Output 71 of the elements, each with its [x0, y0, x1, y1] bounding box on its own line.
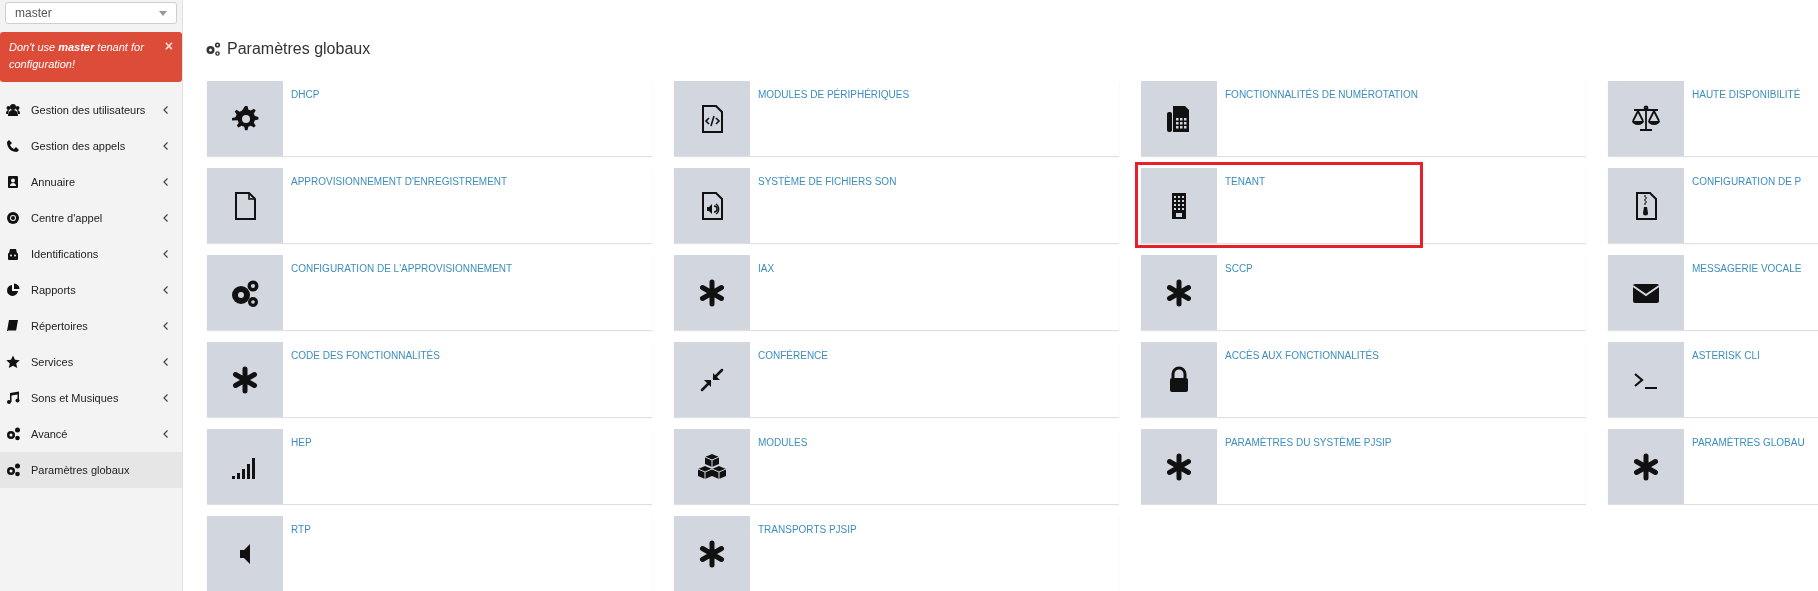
gears-icon: [6, 427, 20, 441]
speaker-icon: [240, 543, 250, 564]
sidebar-item[interactable]: Annuaire: [0, 164, 182, 200]
settings-card[interactable]: CODE DES FONCTIONNALITÉS: [207, 342, 652, 417]
card-title-link[interactable]: PARAMÈTRES GLOBAU: [1692, 437, 1805, 449]
settings-card[interactable]: MODULES DE PÉRIPHÉRIQUES: [674, 81, 1119, 156]
settings-card[interactable]: ACCÈS AUX FONCTIONNALITÉS: [1141, 342, 1586, 417]
star-icon: [6, 355, 20, 369]
settings-card[interactable]: HEP: [207, 429, 652, 504]
settings-card[interactable]: TENANT: [1141, 168, 1586, 243]
close-button[interactable]: ×: [164, 39, 173, 53]
settings-card[interactable]: CONFIGURATION DE L'APPROVISIONNEMENT: [207, 255, 652, 330]
settings-card[interactable]: APPROVISIONNEMENT D'ENREGISTREMENT: [207, 168, 652, 243]
settings-card[interactable]: RTP: [207, 516, 652, 591]
sidebar-item[interactable]: Gestion des utilisateurs: [0, 92, 182, 128]
settings-card[interactable]: PARAMÈTRES GLOBAU: [1608, 429, 1818, 504]
sidebar-item[interactable]: Rapports: [0, 272, 182, 308]
settings-card[interactable]: DHCP: [207, 81, 652, 156]
card-title-link[interactable]: HEP: [291, 437, 312, 449]
settings-card[interactable]: SCCP: [1141, 255, 1586, 330]
card-title-link[interactable]: SYSTÈME DE FICHIERS SON: [758, 176, 897, 188]
card-title-link[interactable]: DHCP: [291, 89, 320, 101]
settings-card[interactable]: MODULES: [674, 429, 1119, 504]
settings-card[interactable]: ASTERISK CLI: [1608, 342, 1818, 417]
phone-icon: [6, 139, 20, 153]
card-title-link[interactable]: FONCTIONNALITÉS DE NUMÉROTATION: [1225, 89, 1418, 101]
settings-card[interactable]: FONCTIONNALITÉS DE NUMÉROTATION: [1141, 81, 1586, 156]
tenant-select[interactable]: master: [5, 2, 177, 24]
card-title-link[interactable]: MODULES DE PÉRIPHÉRIQUES: [758, 89, 910, 101]
card-title-link[interactable]: CODE DES FONCTIONNALITÉS: [291, 350, 440, 362]
card-title-link[interactable]: TENANT: [1225, 176, 1265, 188]
card-title-link[interactable]: PARAMÈTRES DU SYSTÈME PJSIP: [1225, 437, 1392, 449]
sidebar-item[interactable]: Sons et Musiques: [0, 380, 182, 416]
settings-card[interactable]: PARAMÈTRES DU SYSTÈME PJSIP: [1141, 429, 1586, 504]
card-title-link[interactable]: APPROVISIONNEMENT D'ENREGISTREMENT: [291, 176, 508, 188]
settings-card[interactable]: SYSTÈME DE FICHIERS SON: [674, 168, 1119, 243]
gears-icon: [205, 42, 221, 56]
sidebar-item[interactable]: Avancé: [0, 416, 182, 452]
card-title-link[interactable]: RTP: [291, 524, 311, 536]
sidebar-item[interactable]: Services: [0, 344, 182, 380]
sidebar-item[interactable]: Paramètres globaux: [0, 452, 182, 488]
sidebar-item[interactable]: Centre d'appel: [0, 200, 182, 236]
card-title-link[interactable]: CONFIGURATION DE L'APPROVISIONNEMENT: [291, 263, 513, 275]
sidebar-item[interactable]: Répertoires: [0, 308, 182, 344]
alert-message: Don't use master tenant for configuration!: [9, 40, 145, 72]
settings-card[interactable]: MESSAGERIE VOCALE: [1608, 255, 1818, 330]
card-title-link[interactable]: MESSAGERIE VOCALE: [1692, 263, 1802, 275]
gears-icon: [6, 463, 20, 477]
card-title-link[interactable]: TRANSPORTS PJSIP: [758, 524, 857, 536]
users-icon: [6, 103, 20, 117]
card-title-link[interactable]: SCCP: [1225, 263, 1253, 275]
pie-icon: [6, 283, 20, 297]
settings-card[interactable]: HAUTE DISPONIBILITÉ: [1608, 81, 1818, 156]
lifering-icon: [6, 211, 20, 225]
card-title-link[interactable]: MODULES: [758, 437, 808, 449]
sidebar-item[interactable]: Gestion des appels: [0, 128, 182, 164]
settings-card[interactable]: CONFÉRENCE: [674, 342, 1119, 417]
settings-card[interactable]: IAX: [674, 255, 1119, 330]
settings-card[interactable]: TRANSPORTS PJSIP: [674, 516, 1119, 591]
card-title-link[interactable]: CONFIGURATION DE P: [1692, 176, 1802, 188]
sidebar-item[interactable]: Identifications: [0, 236, 182, 272]
settings-card[interactable]: CONFIGURATION DE P: [1608, 168, 1818, 243]
card-title-link[interactable]: CONFÉRENCE: [758, 350, 828, 362]
card-title-link[interactable]: ACCÈS AUX FONCTIONNALITÉS: [1225, 350, 1379, 362]
music-icon: [6, 391, 20, 405]
card-title-link[interactable]: IAX: [758, 263, 775, 275]
card-title-link[interactable]: ASTERISK CLI: [1692, 350, 1760, 362]
page-title: Paramètres globaux: [227, 39, 371, 59]
contact-icon: [6, 175, 20, 189]
caret-icon: [159, 10, 167, 16]
card-title-link[interactable]: HAUTE DISPONIBILITÉ: [1692, 89, 1801, 101]
